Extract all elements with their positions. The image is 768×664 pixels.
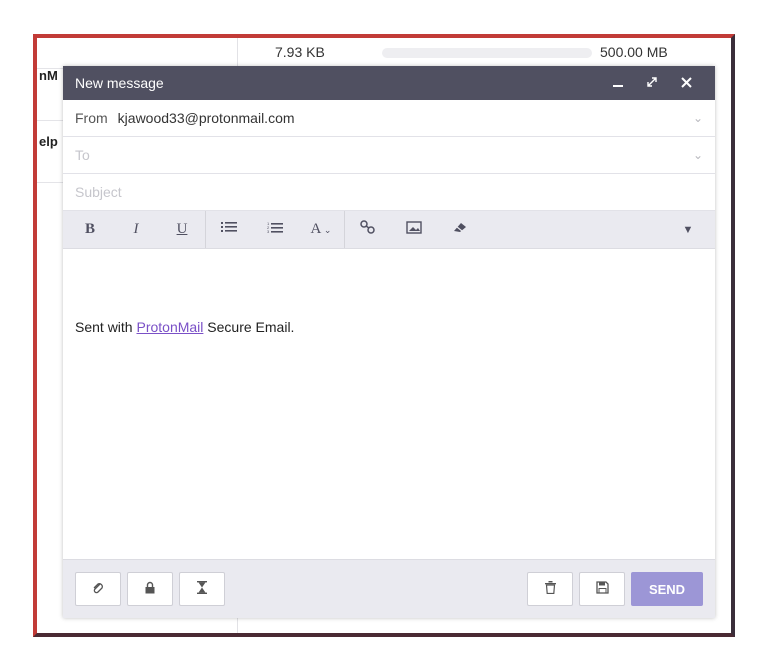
underline-icon[interactable]: U [159,221,205,238]
italic-icon[interactable]: I [113,221,159,238]
minimize-icon[interactable] [601,75,635,91]
caret-down-icon[interactable]: ▼ [665,224,711,236]
compose-footer: SEND [63,559,715,618]
subject-input[interactable]: Subject [75,184,703,200]
formatting-toolbar: B I U 123 A ⌄ ▼ [63,211,715,249]
send-button[interactable]: SEND [631,572,703,606]
bold-icon[interactable]: B [67,221,113,238]
link-icon[interactable] [345,220,391,239]
compose-titlebar: New message [63,66,715,100]
signature: Sent with ProtonMail Secure Email. [75,249,703,335]
screenshot-frame: nM elp 7.93 KB 500.00 MB New message Fro… [33,34,735,637]
lock-icon [144,581,156,597]
message-body[interactable]: Sent with ProtonMail Secure Email. [63,249,715,561]
hourglass-icon [197,581,207,597]
expiration-button[interactable] [179,572,225,606]
subject-field[interactable]: Subject [63,174,715,211]
background-label-partial: nM [39,68,58,83]
numbered-list-icon[interactable]: 123 [252,221,298,239]
from-label: From [75,110,108,126]
paperclip-icon [92,581,104,598]
expand-icon[interactable] [635,75,669,91]
to-input[interactable]: To [75,147,693,163]
encrypt-button[interactable] [127,572,173,606]
save-button[interactable] [579,572,625,606]
compose-title: New message [75,75,164,91]
chevron-down-icon[interactable]: ⌄ [693,111,703,125]
from-field[interactable]: From kjawood33@protonmail.com ⌄ [63,100,715,137]
from-value[interactable]: kjawood33@protonmail.com [118,110,693,126]
image-icon[interactable] [391,220,437,239]
protonmail-link[interactable]: ProtonMail [136,319,203,335]
chevron-down-icon[interactable]: ⌄ [693,148,703,162]
trash-icon [544,581,556,597]
eraser-icon[interactable] [437,221,483,238]
signature-suffix: Secure Email. [203,319,295,335]
to-field[interactable]: To ⌄ [63,137,715,174]
storage-bar [382,48,592,58]
signature-prefix: Sent with [75,319,137,335]
storage-used: 7.93 KB [275,44,325,60]
attach-button[interactable] [75,572,121,606]
font-icon[interactable]: A ⌄ [298,221,344,238]
background-label-partial: elp [39,134,58,149]
svg-text:3: 3 [267,229,270,234]
floppy-disk-icon [595,581,609,597]
compose-window: New message From kjawood33@protonmail.co… [63,66,715,618]
delete-button[interactable] [527,572,573,606]
close-icon[interactable] [669,75,703,91]
bullet-list-icon[interactable] [206,221,252,238]
storage-max: 500.00 MB [600,44,668,60]
